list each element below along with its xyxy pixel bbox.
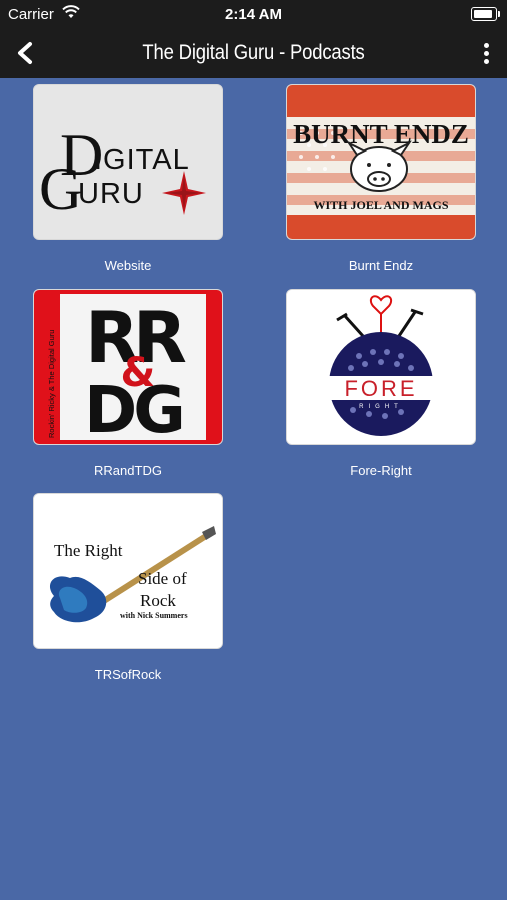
battery-icon [471, 7, 500, 21]
podcast-label: TRSofRock [94, 667, 162, 682]
svg-text:URU: URU [78, 178, 144, 210]
burnt-endz-subtitle: WITH JOEL AND MAGS [313, 198, 448, 212]
trs-line1: The Right [54, 541, 123, 560]
dg-text: DG [84, 374, 182, 444]
svg-text:IGITAL: IGITAL [94, 144, 190, 176]
podcast-tile-fore-right[interactable]: FORE RIGHT Fore-Right [286, 289, 476, 478]
trs-line4: with Nick Summers [120, 611, 188, 620]
podcast-artwork: D IGITAL G URU [33, 84, 223, 240]
status-time: 2:14 AM [225, 6, 282, 23]
nav-bar: The Digital Guru - Podcasts [0, 28, 507, 78]
podcast-artwork: FORE RIGHT [286, 289, 476, 445]
status-bar: Carrier 2:14 AM [0, 0, 507, 28]
fore-text: FORE [344, 376, 417, 401]
rr-side-text: Rockin' Ricky & The Digital Guru [47, 330, 56, 438]
podcast-tile-burnt-endz[interactable]: BURNT ENDZ WITH JOEL AND MAGS Burnt Endz [286, 84, 476, 273]
podcast-label: Website [104, 258, 152, 273]
page-title: The Digital Guru - Podcasts [142, 41, 365, 64]
burnt-endz-title: BURNT ENDZ [293, 119, 469, 149]
chevron-left-icon[interactable] [12, 39, 40, 67]
svg-text:G: G [39, 156, 82, 222]
trs-line3: Rock [140, 591, 176, 610]
podcast-label: Burnt Endz [348, 258, 414, 273]
more-vertical-icon[interactable] [479, 40, 493, 68]
podcast-tile-rrandtdg[interactable]: RR & DG Rockin' Ricky & The Digital Guru… [33, 289, 223, 478]
podcast-artwork: RR & DG Rockin' Ricky & The Digital Guru [33, 289, 223, 445]
podcast-artwork: BURNT ENDZ WITH JOEL AND MAGS [286, 84, 476, 240]
podcast-label: Fore-Right [350, 463, 412, 478]
trs-line2: Side of [138, 569, 187, 588]
podcast-artwork: The Right Side of Rock with Nick Summers [33, 493, 223, 649]
podcast-label: RRandTDG [94, 463, 162, 478]
podcast-tile-website[interactable]: D IGITAL G URU Website [33, 84, 223, 273]
podcast-tile-trsofrock[interactable]: The Right Side of Rock with Nick Summers… [33, 493, 223, 682]
fore-sub-text: RIGHT [359, 404, 403, 410]
